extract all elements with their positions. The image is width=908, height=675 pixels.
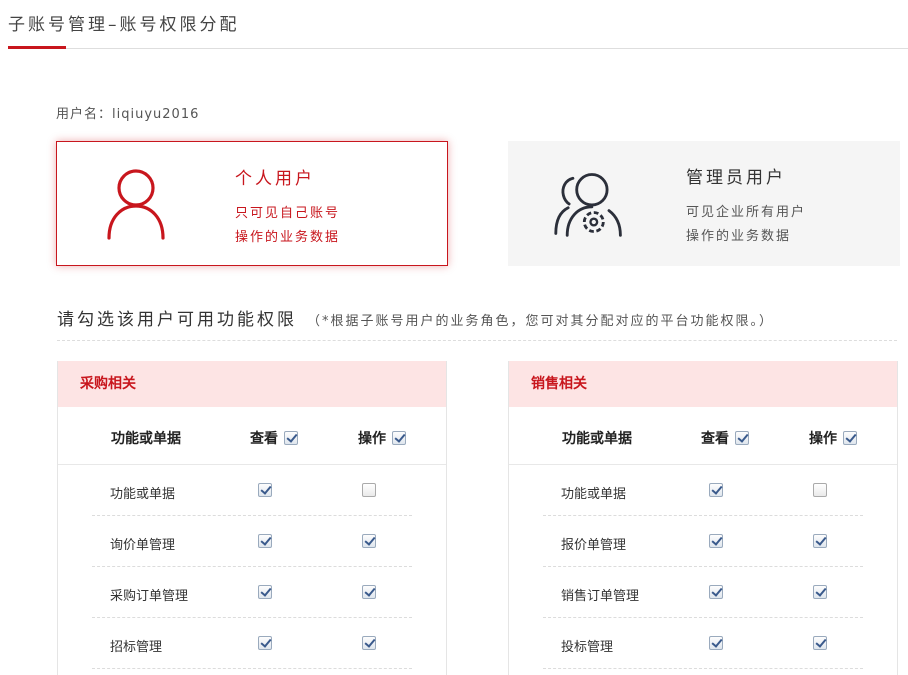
panel-purchase: 采购相关 功能或单据 查看 操作 功能或单据 询价单管理 采购订单管理 招标管理 (57, 361, 447, 675)
op-checkbox[interactable] (362, 585, 376, 599)
row-name: 功能或单据 (561, 487, 627, 502)
view-checkbox[interactable] (709, 636, 723, 650)
username-value: liqiuyu2016 (112, 107, 200, 122)
panel-title-sales: 销售相关 (509, 361, 897, 407)
row-name: 功能或单据 (110, 487, 176, 502)
row-name: 报价单管理 (561, 538, 627, 553)
permission-note: （*根据子账号用户的业务角色，您可对其分配对应的平台功能权限。） (307, 314, 775, 329)
column-header: 功能或单据 查看 操作 (58, 407, 446, 465)
panel-title-purchase: 采购相关 (58, 361, 446, 407)
role-desc-admin-2: 操作的业务数据 (686, 229, 792, 244)
username-label: 用户名： (56, 107, 113, 122)
user-icon (107, 169, 165, 240)
role-desc-personal-2: 操作的业务数据 (235, 230, 341, 245)
col-name-header: 功能或单据 (111, 431, 181, 447)
view-checkbox[interactable] (709, 534, 723, 548)
col-op-header: 操作 (809, 428, 857, 448)
op-checkbox[interactable] (362, 534, 376, 548)
role-name-admin: 管理员用户 (686, 168, 786, 188)
table-row: 询价单管理 (92, 516, 412, 567)
permission-heading-text: 请勾选该用户可用功能权限 (57, 310, 297, 330)
op-checkbox[interactable] (362, 483, 376, 497)
table-row: 采购订单管理 (92, 567, 412, 618)
view-checkbox[interactable] (258, 483, 272, 497)
title-accent-bar (8, 46, 66, 49)
op-checkbox[interactable] (813, 636, 827, 650)
col-op-label: 操作 (809, 431, 837, 447)
panel-sales: 销售相关 功能或单据 查看 操作 功能或单据 报价单管理 销售订单管理 投标管理 (508, 361, 898, 675)
view-all-checkbox[interactable] (735, 431, 749, 445)
col-view-header: 查看 (701, 428, 749, 448)
table-row: 投标管理 (543, 618, 863, 669)
op-all-checkbox[interactable] (843, 431, 857, 445)
username-row: 用户名：liqiuyu2016 (56, 103, 199, 122)
column-header: 功能或单据 查看 操作 (509, 407, 897, 465)
op-all-checkbox[interactable] (392, 431, 406, 445)
op-checkbox[interactable] (813, 585, 827, 599)
role-desc-personal-1: 只可见自己账号 (235, 206, 341, 221)
view-checkbox[interactable] (258, 636, 272, 650)
table-row: 招标管理 (92, 618, 412, 669)
op-checkbox[interactable] (813, 483, 827, 497)
col-view-header: 查看 (250, 428, 298, 448)
col-op-header: 操作 (358, 428, 406, 448)
view-checkbox[interactable] (258, 534, 272, 548)
title-divider (8, 48, 908, 49)
row-name: 招标管理 (110, 640, 163, 655)
role-name-personal: 个人用户 (235, 169, 315, 189)
col-op-label: 操作 (358, 431, 386, 447)
heading-divider (57, 340, 897, 341)
view-checkbox[interactable] (709, 585, 723, 599)
role-card-admin[interactable]: 管理员用户 可见企业所有用户 操作的业务数据 (508, 141, 900, 266)
view-checkbox[interactable] (258, 585, 272, 599)
col-view-label: 查看 (250, 431, 278, 447)
users-gear-icon (554, 173, 622, 237)
row-name: 销售订单管理 (561, 589, 640, 604)
op-checkbox[interactable] (362, 636, 376, 650)
page-title: 子账号管理–账号权限分配 (8, 15, 240, 35)
table-row: 功能或单据 (543, 465, 863, 516)
role-card-personal[interactable]: 个人用户 只可见自己账号 操作的业务数据 (56, 141, 448, 266)
row-name: 投标管理 (561, 640, 614, 655)
table-row: 报价单管理 (543, 516, 863, 567)
role-desc-admin-1: 可见企业所有用户 (686, 205, 807, 220)
view-checkbox[interactable] (709, 483, 723, 497)
table-row: 销售订单管理 (543, 567, 863, 618)
view-all-checkbox[interactable] (284, 431, 298, 445)
table-row: 功能或单据 (92, 465, 412, 516)
row-name: 采购订单管理 (110, 589, 189, 604)
col-view-label: 查看 (701, 431, 729, 447)
permission-heading: 请勾选该用户可用功能权限 （*根据子账号用户的业务角色，您可对其分配对应的平台功能… (57, 305, 774, 330)
row-name: 询价单管理 (110, 538, 176, 553)
op-checkbox[interactable] (813, 534, 827, 548)
col-name-header: 功能或单据 (562, 431, 632, 447)
